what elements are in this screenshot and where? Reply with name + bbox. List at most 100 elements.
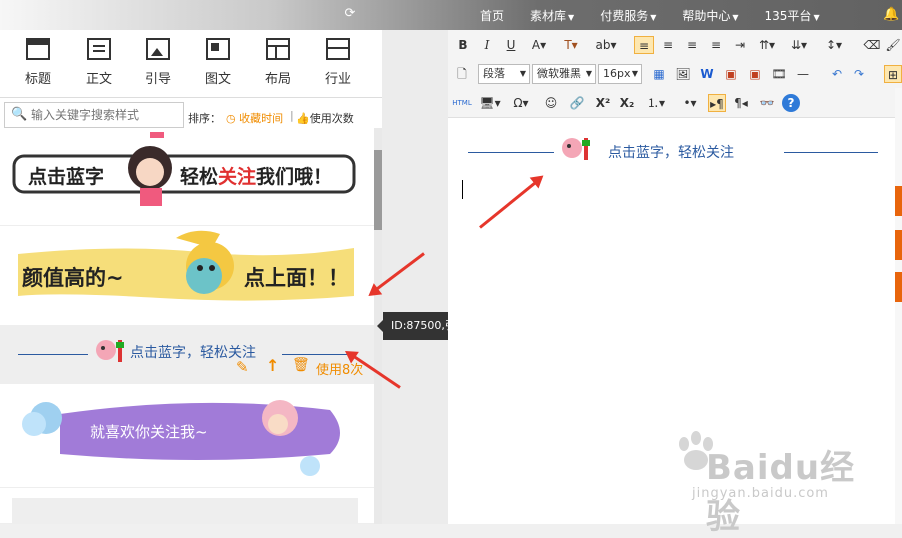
- list-item[interactable]: 点击蓝字 轻松关注我们哦！: [0, 128, 374, 226]
- table-icon[interactable]: ▦: [650, 65, 668, 83]
- sort-label: 排序：: [188, 112, 221, 125]
- divider-line: [468, 152, 554, 153]
- nav-help-center[interactable]: 帮助中心 ▼: [682, 7, 738, 24]
- undo-icon[interactable]: ↶: [828, 65, 846, 83]
- scrollbar-thumb[interactable]: [374, 150, 382, 230]
- redo-icon[interactable]: ↷: [850, 65, 868, 83]
- text-icon: [87, 38, 111, 60]
- word-icon[interactable]: W: [698, 65, 716, 83]
- list-item[interactable]: 颜值高的~ 点上面！！: [0, 226, 374, 326]
- spacing-below-button[interactable]: ⇊▾: [786, 36, 812, 54]
- category-guide[interactable]: 引导: [130, 38, 186, 87]
- gallery-icon[interactable]: ▣: [746, 65, 764, 83]
- ltr-direction-button[interactable]: ▸¶: [708, 94, 726, 112]
- align-left-button[interactable]: ≡: [634, 36, 654, 54]
- refresh-icon[interactable]: ⟳: [343, 7, 357, 21]
- highlight-button[interactable]: T▾: [560, 36, 582, 54]
- list-item-text: 就喜欢你关注我~: [90, 423, 208, 441]
- inserted-title-text: 点击蓝字，轻松关注: [608, 145, 734, 161]
- nav-135-platform[interactable]: 135平台 ▼: [765, 7, 820, 24]
- top-nav: 首页 素材库 ▼ 付费服务 ▼ 帮助中心 ▼ 135平台 ▼: [480, 0, 846, 30]
- bell-icon[interactable]: 🔔: [883, 7, 899, 22]
- edit-icon[interactable]: ✎: [236, 358, 249, 376]
- category-title[interactable]: 标题: [10, 38, 66, 87]
- html-source-button[interactable]: HTML: [452, 94, 472, 112]
- briefcase-icon: [326, 38, 350, 60]
- line-height-button[interactable]: ↕▾: [820, 36, 848, 54]
- eraser-icon[interactable]: ⌫: [862, 36, 882, 54]
- text-cursor: [462, 180, 463, 199]
- search-input[interactable]: [31, 106, 181, 124]
- chevron-down-icon: ▼: [519, 69, 526, 78]
- bold-button[interactable]: B: [456, 36, 470, 54]
- picture-icon[interactable]: ▣: [722, 65, 740, 83]
- video-icon[interactable]: 🎞: [770, 65, 788, 83]
- category-image-text[interactable]: 图文: [190, 38, 246, 87]
- category-layout[interactable]: 布局: [250, 38, 306, 87]
- nav-materials[interactable]: 素材库 ▼: [530, 7, 574, 24]
- font-size-select[interactable]: 16px ▼: [598, 64, 642, 84]
- help-icon[interactable]: ?: [782, 94, 800, 112]
- top-bar: ⟳ 首页 素材库 ▼ 付费服务 ▼ 帮助中心 ▼ 135平台 ▼ 🔔: [0, 0, 902, 30]
- category-body[interactable]: 正文: [71, 38, 127, 87]
- format-painter-icon[interactable]: 🖌: [884, 36, 902, 54]
- align-justify-button[interactable]: ≡: [706, 36, 726, 54]
- strip-marker: [895, 272, 902, 302]
- usage-count: 使用8次: [316, 363, 364, 378]
- unordered-list-button[interactable]: •▾: [676, 94, 704, 112]
- clock-icon: ◷: [226, 112, 236, 125]
- strip-marker: [895, 186, 902, 216]
- toolbar-row-1: B I U A▾ T▾ ab▾ ≡ ≡ ≡ ≡ ⇥ ⇈▾ ⇊▾ ↕▾ ⌫ 🖌: [448, 30, 902, 60]
- special-insert-icon[interactable]: 🖥▾: [478, 94, 502, 112]
- rtl-direction-button[interactable]: ¶◂: [732, 94, 750, 112]
- list-item-selected[interactable]: 点击蓝字，轻松关注 ✎ ↑ 🗑 使用8次: [0, 326, 374, 384]
- sort-by-usage[interactable]: 👍使用次数: [296, 110, 354, 126]
- align-center-button[interactable]: ≡: [658, 36, 678, 54]
- image-icon[interactable]: 🖼: [674, 65, 692, 83]
- chevron-down-icon: ▼: [631, 69, 638, 78]
- chevron-down-icon: ▼: [568, 12, 575, 22]
- omega-icon[interactable]: Ω▾: [508, 94, 534, 112]
- arrow-up-icon[interactable]: ↑: [266, 356, 279, 375]
- underline-button[interactable]: U: [504, 36, 518, 54]
- thumb-up-icon: 👍: [296, 112, 310, 125]
- divider-line: [18, 354, 88, 355]
- spellcheck-button[interactable]: ab▾: [592, 36, 620, 54]
- list-item-text: 轻松关注我们哦！: [180, 166, 333, 188]
- ordered-list-button[interactable]: ⒈▾: [642, 94, 670, 112]
- font-family-select[interactable]: 微软雅黑 ▼: [532, 64, 596, 84]
- align-right-button[interactable]: ≡: [682, 36, 702, 54]
- fullscreen-icon[interactable]: ⊞: [884, 65, 902, 83]
- toolbar-row-3: HTML 🖥▾ Ω▾ ☺ 🔗 X² X₂ ⒈▾ •▾ ▸¶ ¶◂ 👓 ?: [448, 88, 902, 118]
- binoculars-icon[interactable]: 👓: [758, 94, 776, 112]
- list-item[interactable]: 就喜欢你关注我~: [0, 384, 374, 488]
- sort-divider: |: [290, 109, 294, 122]
- nav-home[interactable]: 首页: [480, 7, 504, 24]
- trash-icon[interactable]: 🗑: [292, 357, 310, 373]
- font-color-button[interactable]: A▾: [528, 36, 550, 54]
- new-document-icon[interactable]: 🗋: [454, 65, 470, 83]
- sort-by-favorite[interactable]: ◷ 收藏时间: [226, 110, 283, 126]
- baidu-watermark: Baidu经验 jingyan.baidu.com: [670, 430, 880, 537]
- emoji-icon[interactable]: ☺: [542, 94, 560, 112]
- indent-button[interactable]: ⇥: [730, 36, 750, 54]
- divider-line: [784, 152, 878, 153]
- style-list: 点击蓝字 轻松关注我们哦！ 颜值高的~ 点上面！！ 点击蓝字，轻松关注 ✎ ↑ …: [0, 128, 374, 524]
- toolbar-row-2: 🗋 段落 ▼ 微软雅黑 ▼ 16px ▼ ▦ 🖼 W ▣ ▣ 🎞 — ↶ ↷ ⊞: [448, 59, 902, 89]
- list-item-text: 颜值高的~: [22, 266, 124, 290]
- list-item-text: 点上面！！: [244, 266, 349, 290]
- italic-button[interactable]: I: [480, 36, 494, 54]
- category-industry[interactable]: 行业: [310, 38, 366, 87]
- nav-paid-service[interactable]: 付费服务 ▼: [600, 7, 656, 24]
- paragraph-select[interactable]: 段落 ▼: [478, 64, 530, 84]
- spacing-above-button[interactable]: ⇈▾: [754, 36, 780, 54]
- category-bar: 标题 正文 引导 图文 布局 行业: [0, 30, 382, 98]
- pig-mascot-icon: [562, 138, 590, 160]
- link-icon[interactable]: 🔗: [568, 94, 586, 112]
- superscript-button[interactable]: X²: [594, 94, 612, 112]
- subscript-button[interactable]: X₂: [618, 94, 636, 112]
- list-item[interactable]: [0, 488, 374, 524]
- horizontal-rule-icon[interactable]: —: [794, 65, 812, 83]
- layout-icon: [266, 38, 290, 60]
- material-panel: 标题 正文 引导 图文 布局 行业 🔍 排序： ◷ 收藏时间 |: [0, 30, 382, 524]
